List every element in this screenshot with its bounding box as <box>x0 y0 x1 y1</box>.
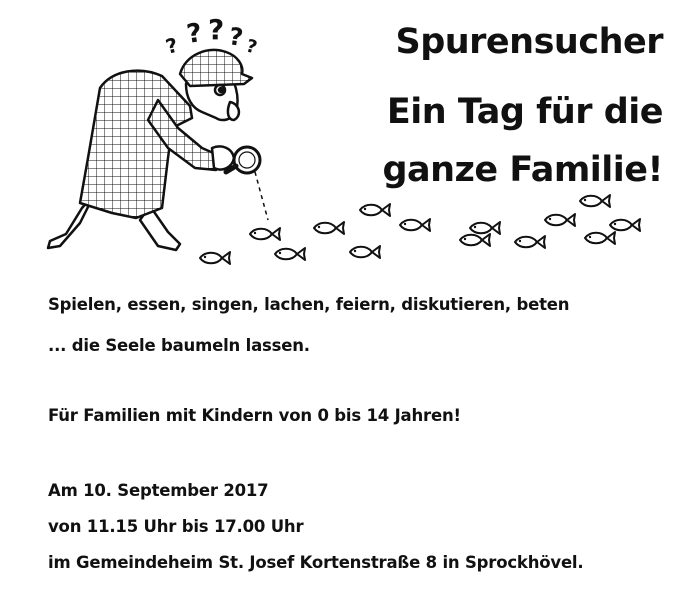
subtitle-line-2: ganze Familie! <box>382 150 663 190</box>
audience-text: Für Familien mit Kindern von 0 bis 14 Ja… <box>48 406 461 425</box>
svg-text:?: ? <box>208 13 224 46</box>
activities-line-1: Spielen, essen, singen, lachen, feiern, … <box>48 295 570 314</box>
svg-text:?: ? <box>227 22 245 52</box>
event-location: im Gemeindeheim St. Josef Kortenstraße 8… <box>48 553 584 572</box>
svg-text:?: ? <box>244 36 260 59</box>
svg-text:?: ? <box>185 18 204 50</box>
page-title: Spurensucher <box>395 22 663 62</box>
fish-footprint-icon <box>199 194 641 265</box>
event-time: von 11.15 Uhr bis 17.00 Uhr <box>48 517 304 536</box>
svg-text:?: ? <box>163 33 180 59</box>
subtitle-line-1: Ein Tag für die <box>386 92 664 132</box>
activities-line-2: ... die Seele baumeln lassen. <box>48 336 310 355</box>
detective-icon <box>46 48 254 252</box>
event-date: Am 10. September 2017 <box>48 481 269 500</box>
